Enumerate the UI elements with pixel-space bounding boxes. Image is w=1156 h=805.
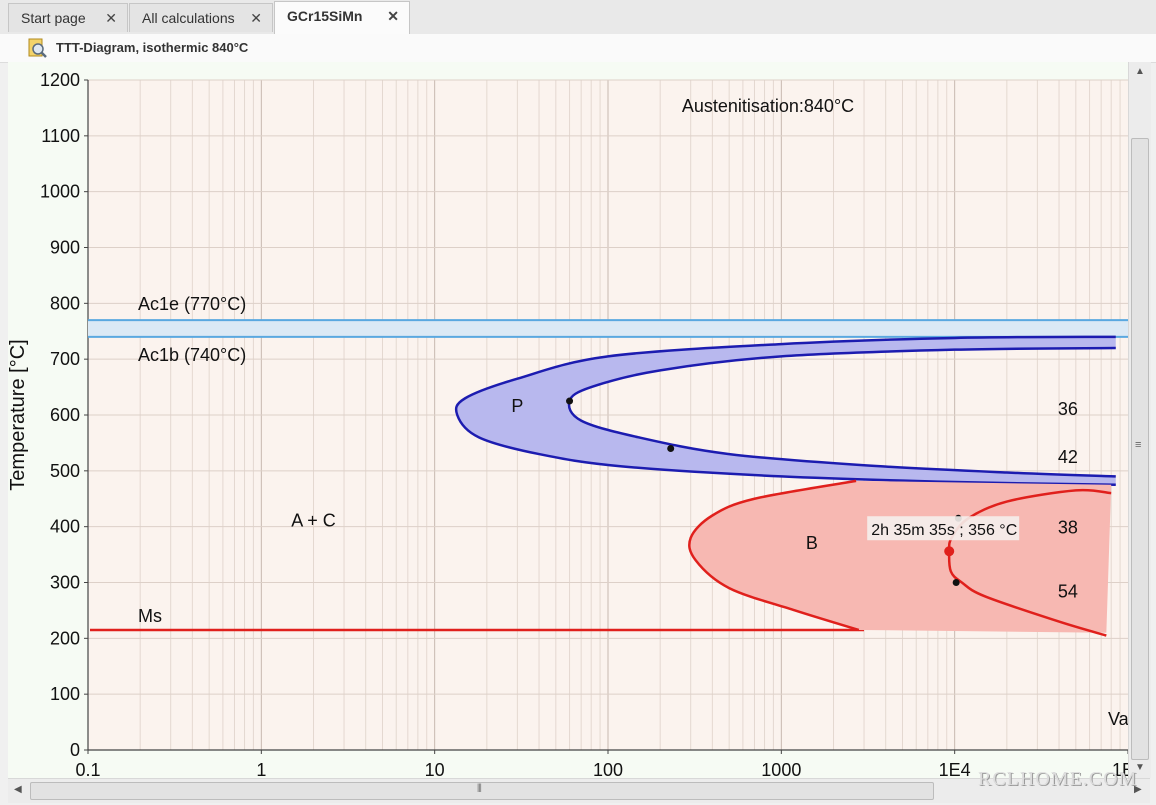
y-tick-label: 400 bbox=[50, 517, 80, 537]
curve-point bbox=[952, 579, 960, 586]
pearlite-label: P bbox=[511, 396, 523, 416]
hardness-label: 54 bbox=[1058, 582, 1078, 602]
tab-start-page[interactable]: Start page ✕ bbox=[8, 3, 128, 32]
y-tick-label: 900 bbox=[50, 238, 80, 258]
ms-label: Ms bbox=[138, 606, 162, 626]
x-tick-label: 1E4 bbox=[939, 760, 971, 778]
chart-title: Austenitisation:840°C bbox=[682, 96, 854, 116]
cursor-point bbox=[944, 546, 955, 557]
magnifier-document-icon bbox=[28, 38, 47, 58]
y-tick-label: 200 bbox=[50, 628, 80, 648]
ac1-band bbox=[88, 320, 1128, 337]
close-icon[interactable]: ✕ bbox=[250, 10, 262, 27]
watermark: RCLHOME.COM bbox=[978, 768, 1138, 790]
y-tick-label: 100 bbox=[50, 684, 80, 704]
y-tick-label: 1100 bbox=[41, 126, 80, 146]
close-icon[interactable]: ✕ bbox=[105, 10, 117, 27]
document-tab-bar: Start page ✕ All calculations ✕ GCr15SiM… bbox=[0, 0, 1156, 35]
grip-icon: ≡ bbox=[1135, 439, 1142, 451]
bainite-label: B bbox=[806, 533, 818, 553]
x-tick-label: 10 bbox=[425, 760, 445, 778]
truncated-label: Va bbox=[1108, 709, 1128, 729]
ttt-chart-area[interactable]: 0 100 200 300 400 500 600 700 800 900 1000 1100 1200… bbox=[8, 62, 1128, 778]
tab-label: GCr15SiMn bbox=[287, 8, 363, 24]
x-tick-label: 1 bbox=[256, 760, 266, 778]
scroll-up-icon[interactable]: ▲ bbox=[1135, 66, 1145, 77]
hardness-label: 42 bbox=[1058, 447, 1078, 467]
x-tick-label: 0.1 bbox=[75, 760, 100, 778]
ttt-diagram[interactable]: 0100200300400500600700800900100011001200… bbox=[8, 62, 1128, 778]
x-tick-label: 100 bbox=[593, 760, 623, 778]
y-tick-label: 700 bbox=[50, 349, 80, 369]
y-tick-label: 300 bbox=[50, 573, 80, 593]
scroll-left-icon[interactable]: ◀ bbox=[14, 784, 22, 795]
panel-title: TTT-Diagram, isothermic 840°C bbox=[56, 40, 249, 55]
cursor-readout: 2h 35m 35s ; 356 °C bbox=[871, 522, 1017, 539]
grip-icon: ⦀ bbox=[477, 783, 482, 795]
panel-header: TTT-Diagram, isothermic 840°C bbox=[0, 34, 1156, 63]
tab-label: All calculations bbox=[142, 10, 235, 26]
y-tick-label: 1200 bbox=[40, 70, 80, 90]
horizontal-scroll-thumb[interactable]: ⦀ bbox=[30, 782, 934, 800]
y-tick-label: 500 bbox=[50, 461, 80, 481]
y-tick-label: 1000 bbox=[40, 182, 80, 202]
tab-gcr15simn[interactable]: GCr15SiMn ✕ bbox=[274, 1, 410, 34]
curve-point bbox=[667, 445, 675, 452]
hardness-label: 38 bbox=[1058, 517, 1078, 537]
phase-label-a-c: A + C bbox=[291, 511, 336, 531]
vertical-scrollbar[interactable]: ▲ ≡ ▼ bbox=[1128, 62, 1151, 778]
ac1e-label: Ac1e (770°C) bbox=[138, 294, 246, 314]
tab-label: Start page bbox=[21, 10, 86, 26]
close-icon[interactable]: ✕ bbox=[387, 8, 399, 25]
y-tick-label: 800 bbox=[50, 293, 80, 313]
tab-all-calculations[interactable]: All calculations ✕ bbox=[129, 3, 273, 32]
curve-point bbox=[566, 397, 574, 405]
vertical-scroll-thumb[interactable]: ≡ bbox=[1131, 138, 1149, 760]
y-tick-label: 0 bbox=[70, 740, 80, 760]
hardness-label: 36 bbox=[1058, 399, 1078, 419]
ac1b-label: Ac1b (740°C) bbox=[138, 345, 246, 365]
y-axis-label: Temperature [°C] bbox=[8, 339, 29, 490]
x-tick-label: 1000 bbox=[761, 760, 801, 778]
y-tick-label: 600 bbox=[50, 405, 80, 425]
